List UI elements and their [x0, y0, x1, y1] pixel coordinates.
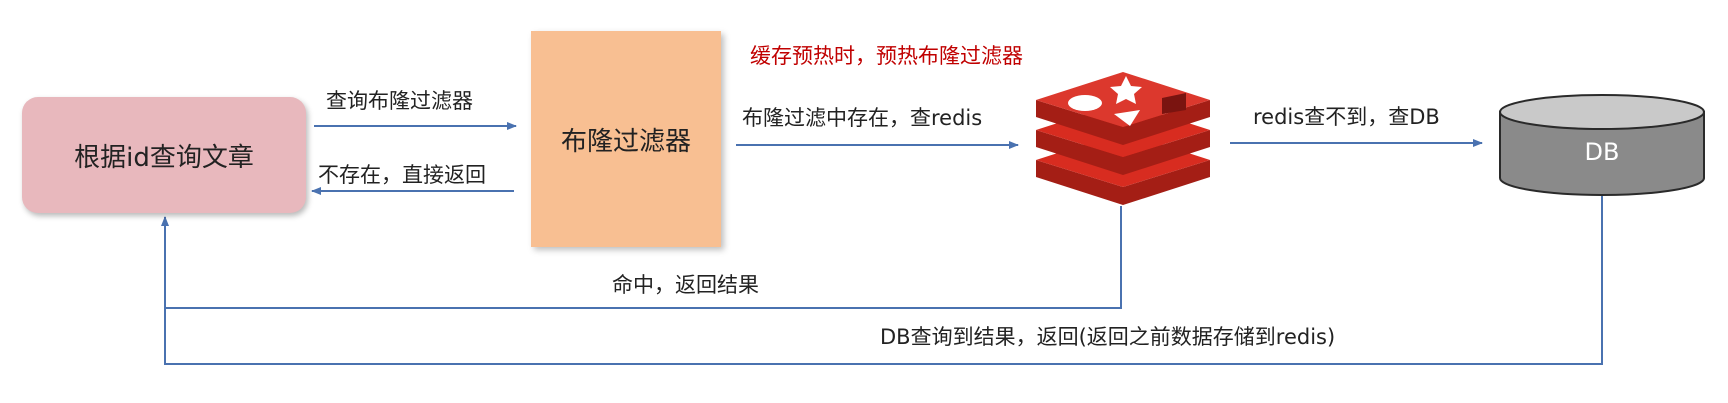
node-article-query: 根据id查询文章 [22, 97, 306, 213]
node-article-query-label: 根据id查询文章 [74, 142, 254, 173]
edge-label-hit-return: 命中，返回结果 [612, 273, 759, 297]
edge-label-db-return: DB查询到结果，返回(返回之前数据存储到redis) [880, 325, 1336, 349]
edge-label-query-bloom: 查询布隆过滤器 [326, 89, 473, 113]
edge-label-exists-check-redis: 布隆过滤中存在，查redis [742, 106, 983, 130]
node-db-label: DB [1584, 138, 1620, 166]
annotation-cache-warmup: 缓存预热时，预热布隆过滤器 [750, 44, 1023, 68]
redis-icon [1036, 72, 1210, 205]
edge-label-not-exist-return: 不存在，直接返回 [318, 163, 486, 187]
node-bloom-filter: 布隆过滤器 [531, 31, 721, 247]
edge-label-redis-miss-query-db: redis查不到，查DB [1253, 105, 1440, 129]
node-bloom-filter-label: 布隆过滤器 [560, 126, 691, 157]
